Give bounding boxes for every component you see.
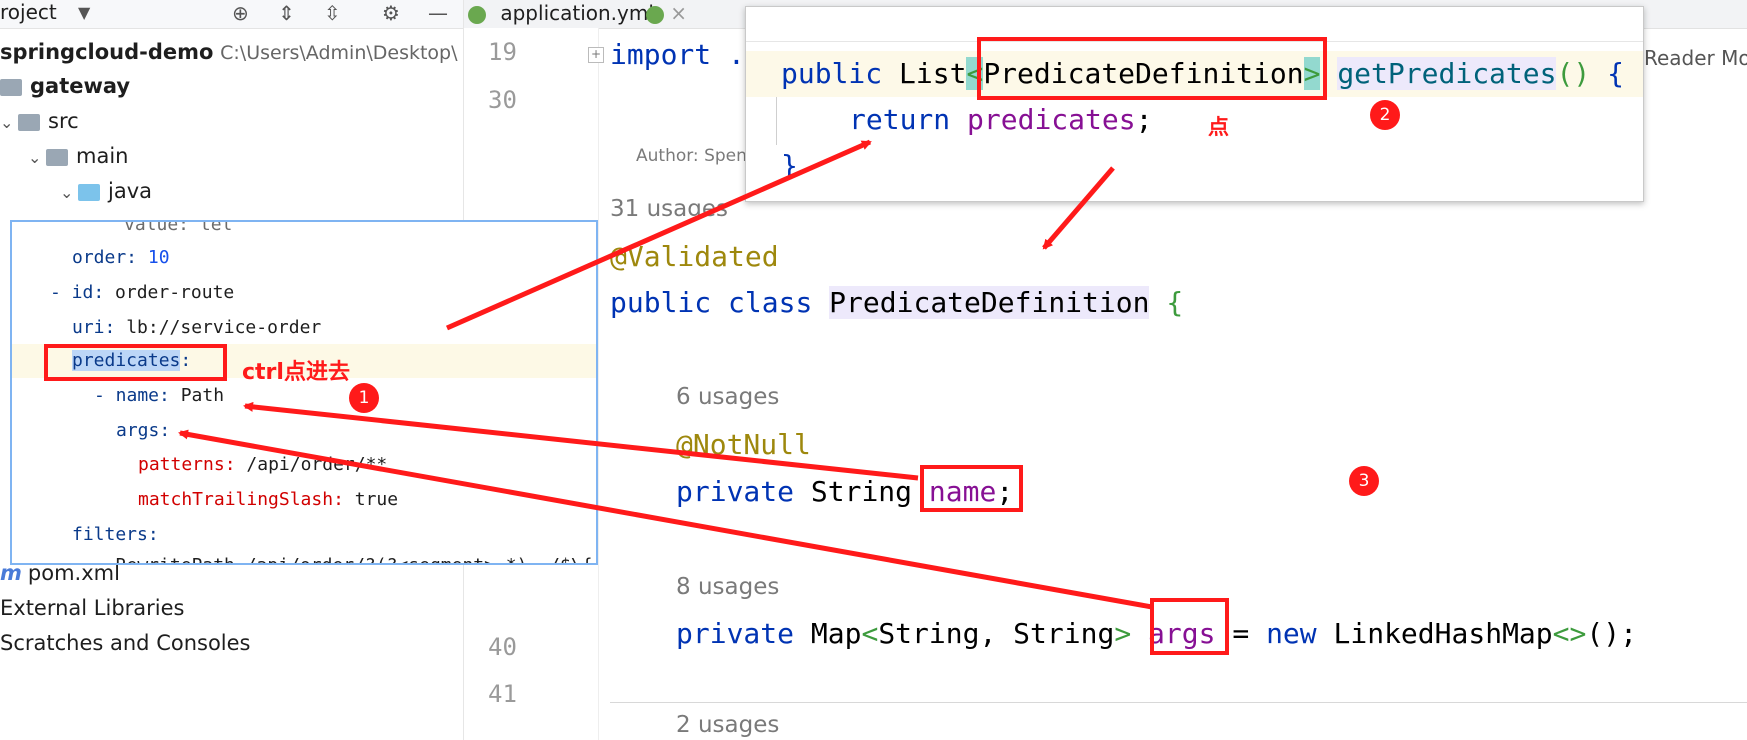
fold-icon[interactable]: + (588, 47, 604, 63)
project-toolbar: roject ▼ ⊕ ⇕ ⇳ ⚙ — (0, 0, 463, 29)
close-icon[interactable]: × (670, 1, 687, 25)
import-line: import . (610, 38, 745, 72)
line-number: 30 (488, 86, 517, 114)
minimize-icon[interactable]: — (428, 2, 448, 24)
tree-item-external-libraries[interactable]: External Libraries (0, 591, 185, 625)
collapse-all-icon[interactable]: ⇳ (324, 2, 341, 24)
yaml-name-line: - name: Path (94, 385, 225, 406)
usages-hint[interactable]: 2 usages (676, 712, 779, 738)
line-number: 41 (488, 680, 517, 708)
tree-label: gateway (30, 74, 131, 98)
usages-hint[interactable]: 8 usages (676, 574, 779, 600)
author-label: Author: Spen (636, 146, 747, 166)
annotation-box-args (1150, 598, 1229, 655)
yaml-patterns-line: patterns: /api/order/** (138, 454, 388, 475)
yaml-args-line: args: (116, 420, 171, 441)
folder-icon (18, 113, 40, 131)
indent-guide (776, 97, 777, 145)
yaml-cut-line: - RewritePath=/api/order/?(?<segment>.*)… (94, 555, 593, 563)
yaml-file-icon (646, 5, 664, 24)
annotation-label-click: 点 (1208, 115, 1229, 139)
class-name[interactable]: PredicateDefinition (829, 286, 1150, 319)
annotation-box-predicates (44, 344, 227, 381)
tree-item-src[interactable]: ⌄ src (0, 104, 79, 138)
tree-label: Scratches and Consoles (0, 631, 251, 655)
definition-popup[interactable]: public List<PredicateDefinition> getPred… (745, 6, 1644, 202)
gear-icon[interactable]: ⚙ (382, 2, 400, 24)
folder-icon (78, 183, 100, 201)
tab-label: application.yml (500, 1, 654, 25)
tab-next[interactable] (646, 0, 664, 28)
yaml-preview-popup[interactable]: value: tel order: 10 - id: order-route u… (10, 220, 598, 565)
yaml-file-icon (468, 5, 486, 24)
chevron-down-icon[interactable]: ⌄ (28, 141, 46, 175)
tree-label: java (108, 179, 152, 203)
usages-hint[interactable]: 31 usages (610, 196, 728, 222)
tree-root[interactable]: springcloud-demo C:\Users\Admin\Desktop\ (0, 35, 458, 69)
annotation-box-type (977, 37, 1327, 100)
step-badge-1: 1 (349, 383, 379, 413)
chevron-down-icon[interactable]: ▼ (78, 2, 90, 24)
method-separator (610, 702, 1747, 703)
line-number: 19 (488, 38, 517, 66)
tree-item-main[interactable]: ⌄ main (28, 139, 128, 173)
popup-line-3: } (781, 149, 798, 182)
locate-icon[interactable]: ⊕ (232, 2, 249, 24)
project-title: roject (0, 0, 57, 24)
line-number: 40 (488, 633, 517, 661)
yaml-cut-line: value: tel (124, 220, 233, 235)
annotation-notnull: @NotNull (676, 428, 811, 461)
root-name: springcloud-demo (0, 40, 214, 64)
annotation-validated: @Validated (610, 240, 779, 273)
tree-label: src (48, 109, 79, 133)
class-declaration: public class PredicateDefinition { (610, 286, 1184, 319)
popup-line-2: return predicates; (849, 103, 1153, 136)
usages-hint[interactable]: 6 usages (676, 384, 779, 410)
chevron-down-icon[interactable]: ⌄ (60, 176, 78, 210)
reader-mode-toggle[interactable]: Reader Mo (1644, 46, 1747, 70)
step-badge-3: 3 (1349, 466, 1379, 496)
root-path: C:\Users\Admin\Desktop\ (220, 42, 458, 64)
tree-item-java[interactable]: ⌄ java (60, 174, 152, 208)
chevron-down-icon[interactable]: ⌄ (0, 106, 18, 140)
yaml-order-line: order: 10 (72, 247, 170, 268)
yaml-uri-line: uri: lb://service-order (72, 317, 322, 338)
tree-item-gateway[interactable]: gateway (0, 69, 130, 103)
step-badge-2: 2 (1370, 100, 1400, 130)
yaml-id-line: - id: order-route (50, 282, 235, 303)
expand-all-icon[interactable]: ⇕ (278, 2, 295, 24)
tree-label: main (76, 144, 129, 168)
annotation-box-name (920, 465, 1023, 512)
tree-item-scratches[interactable]: Scratches and Consoles (0, 626, 251, 660)
import-keyword: import . (610, 38, 745, 71)
folder-icon (0, 78, 22, 96)
annotation-label-ctrl: ctrl点进去 (242, 360, 350, 385)
yaml-filters-line: filters: (72, 524, 159, 545)
tree-label: External Libraries (0, 596, 185, 620)
yaml-match-line: matchTrailingSlash: true (138, 489, 399, 510)
folder-icon (46, 148, 68, 166)
